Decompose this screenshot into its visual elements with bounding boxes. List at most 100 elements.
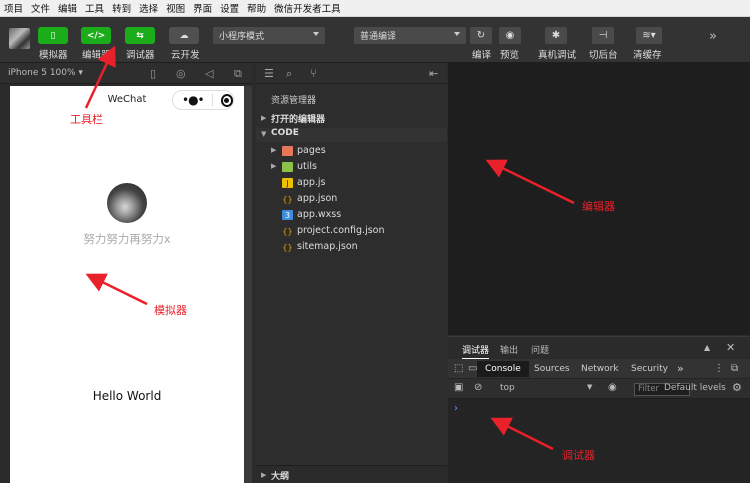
- file-name: app.wxss: [297, 209, 342, 220]
- preview-button[interactable]: ◉: [499, 27, 521, 44]
- collapse-panel-icon[interactable]: ⇤: [429, 67, 438, 80]
- real-device-debug-button[interactable]: ✱: [545, 27, 567, 44]
- tree-item-app-json[interactable]: {} app.json: [256, 192, 447, 208]
- chevron-down-icon: ▼: [261, 130, 267, 138]
- debugger-label: 调试器: [126, 50, 155, 61]
- user-nickname: 努力努力再努力x: [83, 232, 171, 246]
- tab-sources[interactable]: Sources: [534, 364, 570, 374]
- background-button[interactable]: ⊣: [592, 27, 614, 44]
- file-explorer: 资源管理器 ▶ 打开的编辑器 ▼ CODE ▶ pages ▶ utils J …: [256, 84, 447, 483]
- tab-problems[interactable]: 问题: [531, 343, 549, 356]
- chevron-right-icon: ▶: [271, 146, 277, 154]
- menu-item-file[interactable]: 文件: [31, 1, 50, 15]
- folder-icon: [282, 146, 293, 156]
- collapse-up-icon[interactable]: ▲: [704, 343, 710, 352]
- device-select[interactable]: iPhone 5 100% ▾: [8, 68, 83, 78]
- capsule-menu[interactable]: •●•: [172, 90, 234, 110]
- branch-icon[interactable]: ⑂: [310, 67, 317, 80]
- file-name: sitemap.json: [297, 241, 358, 252]
- menu-item-project[interactable]: 项目: [4, 1, 23, 15]
- json-file-icon: {}: [282, 226, 293, 236]
- tab-debugger[interactable]: 调试器: [462, 343, 490, 359]
- phone-icon: ▯: [50, 30, 56, 41]
- project-label: CODE: [271, 128, 299, 138]
- more-icon[interactable]: »: [709, 29, 717, 44]
- code-icon: </>: [86, 30, 106, 41]
- tab-console[interactable]: Console: [477, 361, 529, 377]
- window-icon[interactable]: ⧉: [234, 67, 242, 81]
- tree-item-sitemap[interactable]: {} sitemap.json: [256, 240, 447, 256]
- explorer-title: 资源管理器: [271, 96, 317, 106]
- volume-icon[interactable]: ◁: [205, 67, 213, 80]
- compile-mode-select[interactable]: 普通编译: [354, 27, 466, 44]
- simulator-scrollbar[interactable]: [244, 86, 252, 483]
- menu-item-view[interactable]: 视图: [166, 1, 185, 15]
- tree-item-app-wxss[interactable]: 3 app.wxss: [256, 208, 447, 224]
- console-prompt[interactable]: ›: [454, 403, 458, 414]
- project-section[interactable]: ▼ CODE: [256, 128, 447, 142]
- cloud-icon: ☁: [179, 30, 189, 41]
- gear-icon[interactable]: ⚙: [732, 381, 742, 394]
- menu-item-devtools[interactable]: 微信开发者工具: [274, 1, 341, 15]
- outline-label: 大纲: [271, 472, 290, 482]
- toolbar: ▯ 模拟器 </> 编辑器 ⇆ 调试器 ☁ 云开发 小程序模式 普通编译 ↻ 编…: [0, 17, 750, 63]
- chevron-right-icon: ▶: [261, 471, 267, 479]
- menu-item-goto[interactable]: 转到: [112, 1, 131, 15]
- more-panels-icon[interactable]: »: [677, 362, 684, 375]
- simulator-toggle-button[interactable]: ▯: [38, 27, 68, 44]
- mode-select[interactable]: 小程序模式: [213, 27, 325, 44]
- open-editors-section[interactable]: ▶ 打开的编辑器: [256, 112, 447, 126]
- kebab-menu-icon[interactable]: ⋮: [714, 363, 724, 374]
- file-name: project.config.json: [297, 225, 385, 236]
- bug-icon: ✱: [551, 30, 561, 41]
- chevron-right-icon: ▶: [271, 162, 277, 170]
- clear-cache-button[interactable]: ≋▾: [636, 27, 662, 44]
- console-output[interactable]: ›: [448, 399, 750, 483]
- menu-item-tools[interactable]: 工具: [85, 1, 104, 15]
- user-avatar[interactable]: [9, 28, 30, 49]
- debugger-tabs: 调试器 输出 问题 ▲ ✕: [448, 337, 750, 359]
- file-name: pages: [297, 145, 326, 156]
- css-file-icon: 3: [282, 210, 293, 220]
- user-avatar-large: [107, 183, 147, 223]
- tab-security[interactable]: Security: [631, 364, 668, 374]
- clear-console-icon[interactable]: ⊘: [474, 382, 482, 393]
- menu-item-edit[interactable]: 编辑: [58, 1, 77, 15]
- tab-network[interactable]: Network: [581, 364, 619, 374]
- close-icon[interactable]: ✕: [726, 341, 735, 354]
- json-file-icon: {}: [282, 194, 293, 204]
- dock-icon[interactable]: ⧉: [731, 363, 738, 374]
- menu-item-settings[interactable]: 设置: [220, 1, 239, 15]
- annotation-editor: 编辑器: [582, 200, 615, 213]
- sidebar-toggle-icon[interactable]: ▣: [454, 382, 463, 393]
- context-select[interactable]: top: [500, 383, 515, 393]
- devtools-panel-tabs: ⬚ ▭ Console Sources Network Security » ⋮…: [448, 359, 750, 379]
- debug-icon: ⇆: [136, 30, 144, 41]
- cloud-dev-button[interactable]: ☁: [169, 27, 199, 44]
- menu-bar: 项目 文件 编辑 工具 转到 选择 视图 界面 设置 帮助 微信开发者工具: [0, 0, 750, 17]
- outline-section[interactable]: ▶ 大纲: [256, 465, 447, 483]
- phone-icon[interactable]: ▯: [150, 67, 156, 80]
- log-levels-select[interactable]: Default levels: [664, 383, 726, 393]
- editor-toggle-button[interactable]: </>: [81, 27, 111, 44]
- compile-label: 编译: [472, 50, 492, 61]
- list-icon[interactable]: ☰: [264, 67, 274, 80]
- tree-item-project-config[interactable]: {} project.config.json: [256, 224, 447, 240]
- search-icon[interactable]: ⌕: [286, 67, 292, 81]
- tree-item-app-js[interactable]: J app.js: [256, 176, 447, 192]
- tab-output[interactable]: 输出: [500, 343, 518, 356]
- file-name: app.json: [297, 193, 338, 204]
- more-dots-icon[interactable]: •●•: [182, 93, 205, 107]
- tree-item-utils[interactable]: ▶ utils: [256, 160, 447, 176]
- menu-item-select[interactable]: 选择: [139, 1, 158, 15]
- cloud-dev-label: 云开发: [171, 50, 200, 61]
- compile-button[interactable]: ↻: [470, 27, 492, 44]
- inspect-icon[interactable]: ⬚: [454, 363, 463, 374]
- tree-item-pages[interactable]: ▶ pages: [256, 144, 447, 160]
- debugger-toggle-button[interactable]: ⇆: [125, 27, 155, 44]
- close-target-icon[interactable]: [220, 93, 233, 107]
- eye-icon[interactable]: ◉: [608, 382, 617, 393]
- menu-item-interface[interactable]: 界面: [193, 1, 212, 15]
- record-icon[interactable]: ◎: [176, 67, 186, 80]
- menu-item-help[interactable]: 帮助: [247, 1, 266, 15]
